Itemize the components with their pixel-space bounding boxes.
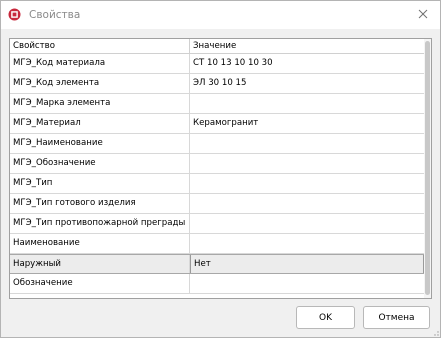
property-name-cell[interactable]: МГЭ_Тип готового изделия: [10, 194, 190, 213]
table-row[interactable]: МГЭ_Код материала СТ 10 13 10 10 30: [10, 54, 424, 74]
column-header-value[interactable]: Значение: [190, 39, 424, 53]
table-row[interactable]: МГЭ_Код элемента ЭЛ 30 10 15: [10, 74, 424, 94]
table-row[interactable]: МГЭ_Наименование: [10, 134, 424, 154]
table-row[interactable]: МГЭ_Тип противопожарной преграды: [10, 214, 424, 234]
property-value-cell[interactable]: [190, 94, 424, 113]
table-row[interactable]: МГЭ_Марка элемента: [10, 94, 424, 114]
table-row[interactable]: Наружный Нет: [10, 254, 424, 274]
properties-dialog: Свойства Свойство Значение МГЭ_Код матер…: [0, 0, 441, 338]
property-value-cell[interactable]: ЭЛ 30 10 15: [190, 74, 424, 93]
property-value-cell[interactable]: [190, 154, 424, 173]
table-row[interactable]: МГЭ_Тип готового изделия: [10, 194, 424, 214]
vertical-scrollbar[interactable]: [424, 39, 431, 298]
window-title: Свойства: [29, 9, 81, 21]
property-value-cell[interactable]: [190, 234, 424, 253]
grid-header: Свойство Значение: [10, 39, 424, 54]
table-row[interactable]: МГЭ_Тип: [10, 174, 424, 194]
table-row[interactable]: МГЭ_Материал Керамогранит: [10, 114, 424, 134]
property-name-cell[interactable]: Наименование: [10, 234, 190, 253]
property-value-cell[interactable]: [190, 134, 424, 153]
property-name-cell[interactable]: МГЭ_Материал: [10, 114, 190, 133]
property-name-cell[interactable]: МГЭ_Тип противопожарной преграды: [10, 214, 190, 233]
property-name-cell[interactable]: МГЭ_Тип: [10, 174, 190, 193]
property-name-cell[interactable]: МГЭ_Код материала: [10, 54, 190, 73]
grid-rows: МГЭ_Код материала СТ 10 13 10 10 30 МГЭ_Ко…: [10, 54, 424, 294]
property-value-cell[interactable]: СТ 10 13 10 10 30: [190, 54, 424, 73]
property-value-cell[interactable]: [190, 214, 424, 233]
property-name-cell[interactable]: МГЭ_Обозначение: [10, 154, 190, 173]
property-grid: Свойство Значение МГЭ_Код материала СТ 10…: [9, 38, 432, 299]
property-value-cell[interactable]: [190, 194, 424, 213]
property-value-cell[interactable]: Нет: [190, 255, 424, 273]
property-value-cell[interactable]: Керамогранит: [190, 114, 424, 133]
property-value-cell[interactable]: [190, 274, 424, 293]
ok-button[interactable]: OK: [296, 306, 355, 329]
close-icon[interactable]: [416, 7, 430, 21]
property-name-cell[interactable]: МГЭ_Марка элемента: [10, 94, 190, 113]
title-bar: Свойства: [1, 1, 440, 29]
table-row[interactable]: Наименование: [10, 234, 424, 254]
app-logo-icon: [8, 8, 21, 21]
table-row[interactable]: МГЭ_Обозначение: [10, 154, 424, 174]
property-name-cell[interactable]: МГЭ_Код элемента: [10, 74, 190, 93]
property-name-cell[interactable]: МГЭ_Наименование: [10, 134, 190, 153]
cancel-button[interactable]: Отмена: [363, 306, 430, 329]
property-name-cell[interactable]: Обозначение: [10, 274, 190, 293]
resize-grip-icon[interactable]: [431, 328, 439, 336]
table-row[interactable]: Обозначение: [10, 274, 424, 294]
property-name-cell[interactable]: Наружный: [10, 255, 190, 273]
property-value-cell[interactable]: [190, 174, 424, 193]
scrollbar-thumb[interactable]: [425, 41, 430, 295]
column-header-property[interactable]: Свойство: [10, 39, 190, 53]
